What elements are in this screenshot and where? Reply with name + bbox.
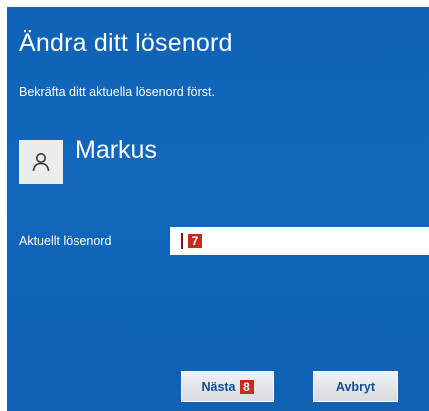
next-button-content: Nästa 8 xyxy=(182,372,273,401)
next-button-label: Nästa xyxy=(201,379,236,394)
dialog-subtitle: Bekräfta ditt aktuella lösenord först. xyxy=(19,85,215,99)
next-button[interactable]: Nästa 8 xyxy=(181,371,274,402)
annotation-badge-7: 7 xyxy=(188,234,202,248)
user-row: Markus xyxy=(19,135,157,184)
current-password-field[interactable]: 7 xyxy=(170,227,429,255)
change-password-dialog: Ändra ditt lösenord Bekräfta ditt aktuel… xyxy=(7,7,429,411)
annotation-badge-8: 8 xyxy=(239,379,254,394)
current-password-input[interactable] xyxy=(170,227,429,255)
user-icon xyxy=(32,153,50,172)
dialog-title: Ändra ditt lösenord xyxy=(19,29,233,57)
avatar xyxy=(19,140,63,184)
current-password-label: Aktuellt lösenord xyxy=(19,234,112,248)
text-caret xyxy=(181,233,183,249)
screenshot-frame: Ändra ditt lösenord Bekräfta ditt aktuel… xyxy=(0,0,429,411)
cancel-button-content: Avbryt xyxy=(314,372,397,401)
cancel-button-label: Avbryt xyxy=(335,379,376,394)
user-name: Markus xyxy=(75,136,157,164)
cancel-button[interactable]: Avbryt xyxy=(313,371,398,402)
